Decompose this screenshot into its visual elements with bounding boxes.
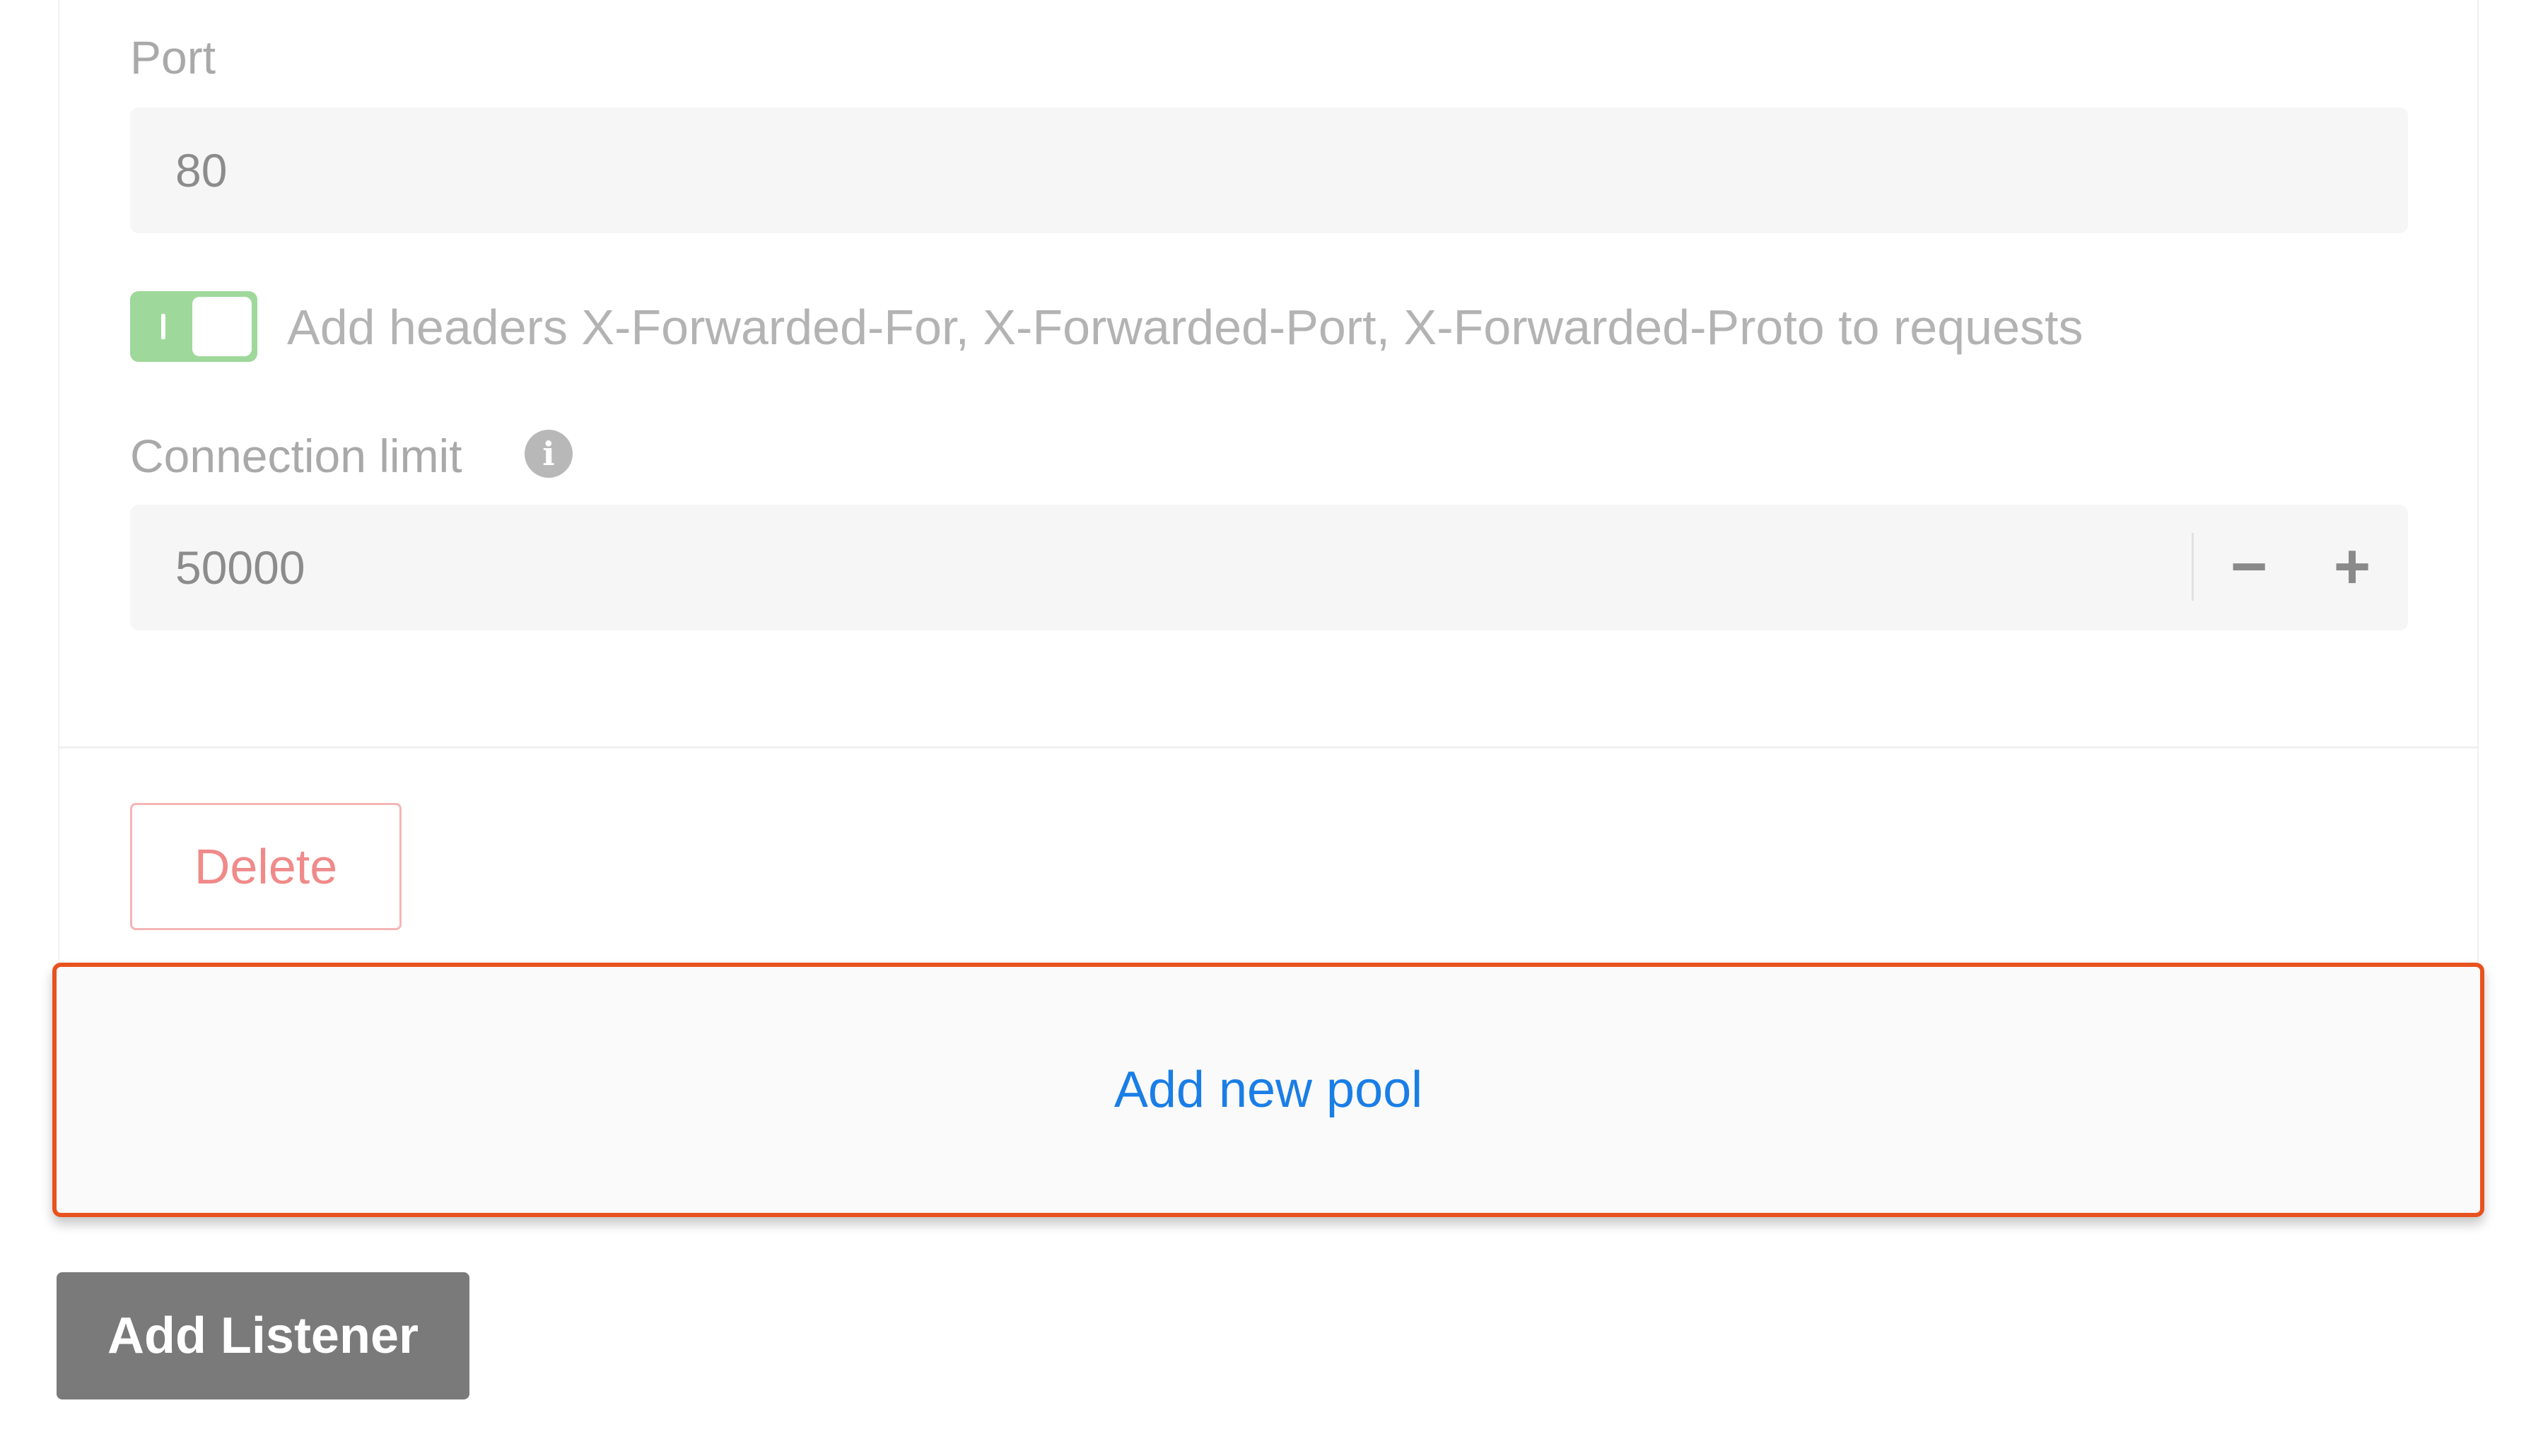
toggle-on-mark (161, 314, 165, 339)
toggle-knob (192, 297, 252, 356)
add-new-pool-button[interactable]: Add new pool (52, 963, 2484, 1217)
connection-limit-value: 50000 (175, 541, 305, 594)
forwarded-headers-toggle[interactable] (130, 291, 257, 362)
port-value: 80 (175, 144, 228, 196)
section-divider (58, 746, 2479, 748)
connection-limit-label: Connection limit (130, 430, 462, 482)
add-listener-button[interactable]: Add Listener (57, 1272, 469, 1399)
info-icon[interactable]: i (525, 430, 573, 478)
plus-icon[interactable]: + (2313, 523, 2391, 611)
delete-button[interactable]: Delete (130, 803, 402, 930)
minus-icon[interactable]: − (2210, 523, 2288, 611)
connection-limit-input[interactable]: 50000 (130, 505, 2408, 630)
stepper-divider (2192, 533, 2194, 601)
port-input[interactable]: 80 (130, 107, 2408, 233)
port-label: Port (130, 31, 216, 83)
forwarded-headers-label: Add headers X-Forwarded-For, X-Forwarded… (287, 300, 2083, 355)
add-new-pool-label: Add new pool (1113, 1062, 1423, 1118)
